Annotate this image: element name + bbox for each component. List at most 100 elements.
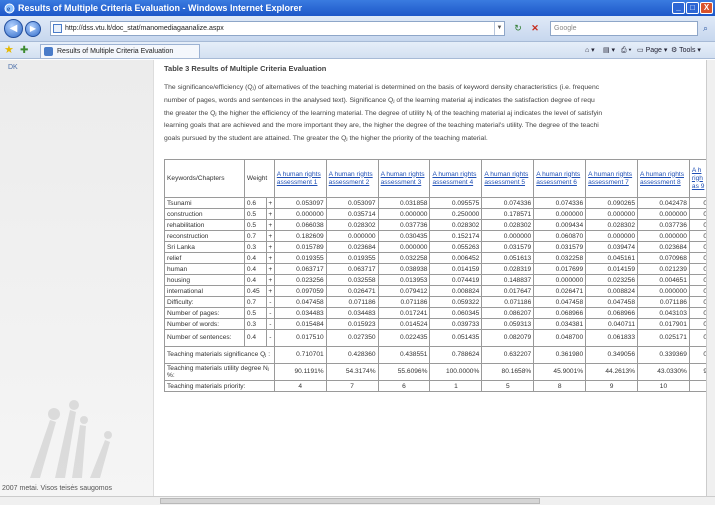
column-header-chapter[interactable]: A human rights assessment 8: [637, 159, 690, 198]
table-row: rehabilitation 0.5 +0.066038 0.028302 0.0377…: [164, 219, 710, 231]
significance-row: Teaching materials significance Qⱼ :0.71…: [164, 346, 710, 364]
table-cell: 0.060870: [533, 230, 587, 242]
chapter-link[interactable]: A human rights assessment 8: [640, 171, 687, 187]
table-cell: 0.039474: [585, 241, 639, 253]
add-favorites-icon[interactable]: ✚: [20, 44, 28, 57]
print-icon[interactable]: ⎙ ▾: [621, 45, 632, 56]
table-cell: 0.438551: [377, 346, 431, 364]
favorites-star-icon[interactable]: ★: [4, 43, 14, 57]
table-row: Number of sentences: 0.4-0.017510 0.027350…: [164, 329, 710, 347]
table-cell: 0.037736: [637, 219, 690, 231]
table-cell: 0.788624: [429, 346, 483, 364]
table-cell: 0.034381: [533, 318, 587, 330]
chapter-link[interactable]: A human rights assessment 4: [432, 171, 479, 187]
column-header-keywords: Keywords/Chapters: [164, 159, 245, 198]
chapter-link[interactable]: A h righ as 9: [692, 167, 707, 191]
table-cell: 0.079412: [377, 285, 431, 297]
page-menu-icon: ▭: [637, 47, 644, 54]
chapter-link[interactable]: A human rights assessment 2: [329, 171, 376, 187]
results-table: Keywords/Chapters Weight A human rights …: [164, 159, 710, 392]
page-menu[interactable]: ▭ Page ▾: [637, 45, 667, 56]
weight-value: 0.7: [243, 296, 267, 308]
home-icon[interactable]: ⌂ ▾: [585, 45, 595, 56]
table-cell: 10: [637, 380, 690, 392]
close-button[interactable]: X: [700, 2, 713, 14]
table-cell: 0.068966: [533, 307, 587, 319]
table-cell: 9: [585, 380, 639, 392]
page-menu-label: Page: [645, 47, 662, 54]
table-cell: 0.017510: [273, 329, 327, 347]
table-cell: 0.071186: [637, 296, 690, 308]
feeds-icon[interactable]: ▤ ▾: [603, 45, 615, 56]
table-cell: 5: [481, 380, 535, 392]
table-cell: 0.097059: [273, 285, 327, 297]
description-paragraph: The significance/efficiency (Qⱼ) of alte…: [164, 82, 710, 146]
table-cell: 0.037736: [377, 219, 431, 231]
sidebar-link-dk[interactable]: DK: [8, 64, 18, 71]
column-header-chapter[interactable]: A human rights assessment 2: [325, 159, 379, 198]
page-content: DK 2007 metai. Visos teisės saugomos Tab…: [0, 60, 715, 496]
back-arrow-icon[interactable]: ◀: [4, 19, 23, 38]
table-cell: 0.000000: [481, 230, 535, 242]
table-cell: 0.071186: [481, 296, 535, 308]
row-label: Sri Lanka: [164, 241, 245, 253]
criterion-direction: -: [265, 318, 275, 330]
row-label: Difficulty:: [164, 296, 245, 308]
window-title-bar: e Results of Multiple Criteria Evaluatio…: [0, 0, 715, 16]
weight-value: 0.45: [243, 285, 267, 297]
table-cell: 0.026471: [325, 285, 379, 297]
table-cell: 0.039733: [429, 318, 483, 330]
table-row: Number of pages: 0.5-0.034483 0.034483 0.01…: [164, 307, 710, 319]
weight-value: 0.5: [243, 208, 267, 220]
table-cell: 0.023256: [273, 274, 327, 286]
address-bar[interactable]: http://dss.vtu.lt/doc_stat/manomediagaan…: [50, 21, 505, 36]
stop-icon[interactable]: ✕: [528, 21, 542, 35]
table-cell: 0.068966: [585, 307, 639, 319]
table-cell: 0.015484: [273, 318, 327, 330]
column-header-chapter[interactable]: A human rights assessment 6: [533, 159, 587, 198]
column-header-chapter[interactable]: A human rights assessment 4: [429, 159, 483, 198]
chapter-link[interactable]: A human rights assessment 3: [381, 171, 428, 187]
search-input[interactable]: Google: [550, 21, 698, 36]
table-cell: 0.013953: [377, 274, 431, 286]
table-cell: 0.059313: [481, 318, 535, 330]
chapter-link[interactable]: A human rights assessment 1: [277, 171, 324, 187]
maximize-button[interactable]: □: [686, 2, 699, 14]
criterion-direction: +: [265, 274, 275, 286]
chapter-link[interactable]: A human rights assessment 7: [588, 171, 635, 187]
horizontal-scrollbar[interactable]: [0, 496, 715, 505]
criterion-direction: +: [265, 230, 275, 242]
chapter-link[interactable]: A human rights assessment 6: [536, 171, 583, 187]
criterion-direction: +: [265, 285, 275, 297]
table-cell: 0.031579: [481, 241, 535, 253]
column-header-chapter[interactable]: A human rights assessment 7: [585, 159, 639, 198]
table-cell: 0.000000: [325, 230, 379, 242]
footer-copyright: 2007 metai. Visos teisės saugomos: [2, 485, 112, 492]
weight-value: 0.4: [243, 329, 267, 347]
column-header-chapter[interactable]: A human rights assessment 5: [481, 159, 535, 198]
tools-menu[interactable]: ⚙ Tools ▾: [671, 45, 701, 56]
tab-results[interactable]: Results of Multiple Criteria Evaluation: [40, 44, 200, 58]
chapter-link[interactable]: A human rights assessment 5: [484, 171, 531, 187]
row-label: Tsunami: [164, 197, 245, 209]
address-dropdown-icon[interactable]: ▼: [494, 22, 504, 35]
minimize-button[interactable]: _: [672, 2, 685, 14]
table-cell: 0.086207: [481, 307, 535, 319]
table-cell: 0.074336: [533, 197, 587, 209]
refresh-icon[interactable]: ↻: [511, 21, 525, 35]
vertical-scrollbar[interactable]: [706, 60, 715, 496]
horizontal-scroll-thumb[interactable]: [160, 498, 540, 504]
column-header-chapter[interactable]: A human rights assessment 1: [273, 159, 327, 198]
table-cell: 0.043103: [637, 307, 690, 319]
table-row: Tsunami 0.6 +0.053097 0.053097 0.031858 0.095…: [164, 197, 710, 209]
forward-arrow-icon[interactable]: ▶: [25, 21, 41, 37]
search-icon[interactable]: ⌕: [698, 21, 713, 36]
tools-menu-label: Tools: [679, 47, 696, 54]
table-cell: 0.063717: [325, 263, 379, 275]
table-cell: 54.3174%: [325, 363, 379, 381]
table-cell: 0.032558: [325, 274, 379, 286]
column-header-chapter[interactable]: A human rights assessment 3: [377, 159, 431, 198]
table-cell: 0.028302: [585, 219, 639, 231]
row-label: international: [164, 285, 245, 297]
row-label: relief: [164, 252, 245, 264]
